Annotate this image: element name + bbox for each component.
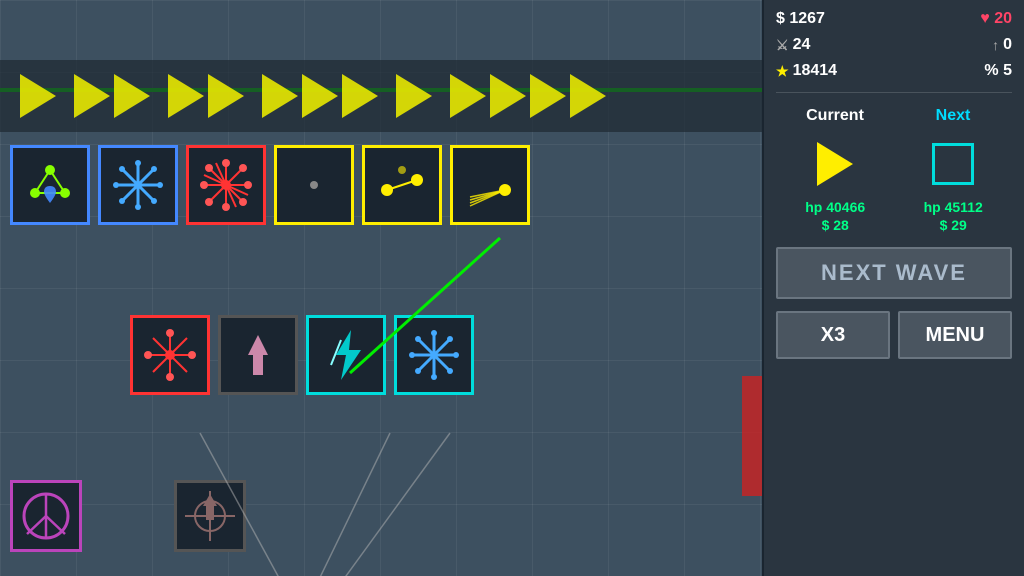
next-hp: hp 45112 bbox=[924, 199, 983, 215]
x3-button[interactable]: X3 bbox=[776, 311, 890, 359]
enemy-group-4 bbox=[262, 74, 378, 118]
tower-peace[interactable] bbox=[10, 480, 82, 552]
star-stat: ★ 18414 bbox=[776, 62, 837, 80]
current-hp-cost: hp 40466 $ 28 bbox=[805, 199, 865, 233]
money-value: $ 1267 bbox=[776, 10, 825, 28]
enemy-group-1 bbox=[20, 74, 56, 118]
enemy-triangle bbox=[570, 74, 606, 118]
enemy-red-bar bbox=[742, 376, 762, 496]
game-area bbox=[0, 0, 762, 576]
enemy-group-6 bbox=[450, 74, 606, 118]
stats-row-3: ★ 18414 % 5 bbox=[776, 62, 1012, 80]
sword-stat: ⚔ 24 bbox=[776, 36, 810, 54]
divider-1 bbox=[776, 92, 1012, 93]
tower-row-3 bbox=[10, 480, 246, 552]
tower-freeze[interactable] bbox=[98, 145, 178, 225]
next-enemy-preview bbox=[932, 143, 974, 185]
tower-burst-2[interactable] bbox=[130, 315, 210, 395]
arrow-value: 0 bbox=[1003, 36, 1012, 54]
empty-spacer bbox=[90, 480, 166, 552]
sword-value: 24 bbox=[793, 36, 811, 54]
current-next-labels: Current Next bbox=[776, 107, 1012, 125]
hearts-value: ♥ 20 bbox=[980, 10, 1012, 28]
tower-empty-1[interactable] bbox=[274, 145, 354, 225]
enemy-triangle bbox=[168, 74, 204, 118]
current-hp: hp 40466 bbox=[805, 199, 865, 215]
money-stat: $ 1267 bbox=[776, 10, 825, 28]
tower-row-2 bbox=[130, 315, 474, 395]
enemy-triangle bbox=[302, 74, 338, 118]
star-icon: ★ bbox=[776, 63, 789, 80]
current-label: Current bbox=[785, 107, 885, 125]
enemy-row bbox=[0, 60, 762, 132]
hp-cost-row: hp 40466 $ 28 hp 45112 $ 29 bbox=[776, 199, 1012, 233]
enemy-triangle bbox=[530, 74, 566, 118]
next-hp-cost: hp 45112 $ 29 bbox=[924, 199, 983, 233]
star-value: 18414 bbox=[793, 62, 838, 80]
right-panel: $ 1267 ♥ 20 ⚔ 24 ↑ 0 ★ 18414 % 5 Current… bbox=[762, 0, 1024, 576]
sword-icon: ⚔ bbox=[776, 37, 789, 54]
current-cost: $ 28 bbox=[822, 217, 849, 233]
menu-button[interactable]: MENU bbox=[898, 311, 1012, 359]
stats-row-1: $ 1267 ♥ 20 bbox=[776, 10, 1012, 28]
tower-burst[interactable] bbox=[186, 145, 266, 225]
tower-lightning[interactable] bbox=[306, 315, 386, 395]
enemy-triangle bbox=[450, 74, 486, 118]
enemy-triangle bbox=[342, 74, 378, 118]
arrow-icon: ↑ bbox=[992, 37, 999, 53]
enemy-triangle bbox=[490, 74, 526, 118]
enemy-preview-row bbox=[776, 139, 1012, 189]
enemy-triangle bbox=[114, 74, 150, 118]
bottom-buttons: X3 MENU bbox=[776, 311, 1012, 359]
percent-stat: % 5 bbox=[984, 62, 1012, 80]
next-cost: $ 29 bbox=[940, 217, 967, 233]
enemy-triangle bbox=[208, 74, 244, 118]
tower-freeze-2[interactable] bbox=[394, 315, 474, 395]
enemy-group-2 bbox=[74, 74, 150, 118]
tower-line[interactable] bbox=[362, 145, 442, 225]
enemy-triangle bbox=[396, 74, 432, 118]
enemy-group-5 bbox=[396, 74, 432, 118]
arrow-stat: ↑ 0 bbox=[992, 36, 1012, 54]
enemy-triangle bbox=[262, 74, 298, 118]
next-wave-button[interactable]: NEXT WAVE bbox=[776, 247, 1012, 299]
current-enemy-preview bbox=[817, 142, 853, 186]
tower-arrow[interactable] bbox=[174, 480, 246, 552]
next-label: Next bbox=[903, 107, 1003, 125]
tower-empty-2[interactable] bbox=[218, 315, 298, 395]
tower-laser[interactable] bbox=[450, 145, 530, 225]
enemy-triangle bbox=[74, 74, 110, 118]
enemy-triangle bbox=[20, 74, 56, 118]
stats-row-2: ⚔ 24 ↑ 0 bbox=[776, 36, 1012, 54]
tower-row-1 bbox=[10, 145, 530, 225]
percent-value: % 5 bbox=[984, 62, 1012, 80]
tower-water[interactable] bbox=[10, 145, 90, 225]
enemy-group-3 bbox=[168, 74, 244, 118]
hearts-stat: ♥ 20 bbox=[980, 10, 1012, 28]
